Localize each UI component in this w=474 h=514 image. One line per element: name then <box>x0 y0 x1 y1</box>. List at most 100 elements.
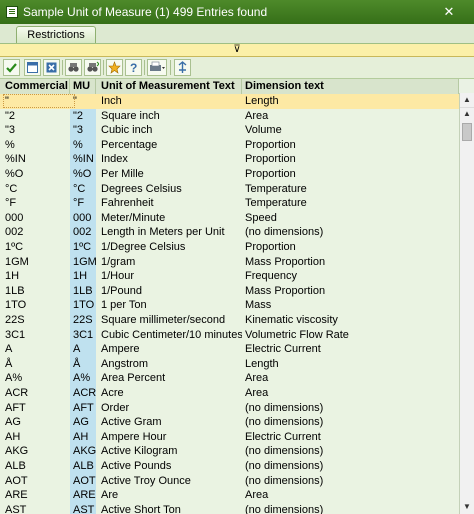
cell-commercial[interactable]: Å <box>0 357 70 372</box>
cell-dimension-text[interactable]: Length <box>242 357 459 372</box>
cell-dimension-text[interactable]: (no dimensions) <box>242 474 459 489</box>
table-row[interactable]: A A Ampere Electric Current <box>0 342 459 357</box>
cell-dimension-text[interactable]: Area <box>242 386 459 401</box>
cell-unit-text[interactable]: 1/Degree Celsius <box>96 240 242 255</box>
cell-dimension-text[interactable]: Mass Proportion <box>242 255 459 270</box>
cell-dimension-text[interactable]: Area <box>242 109 459 124</box>
cell-dimension-text[interactable]: Proportion <box>242 240 459 255</box>
cell-dimension-text[interactable]: (no dimensions) <box>242 225 459 240</box>
cell-commercial[interactable]: 1H <box>0 269 70 284</box>
cell-unit-text[interactable]: Ampere <box>96 342 242 357</box>
print-icon[interactable] <box>147 59 167 76</box>
tab-restrictions[interactable]: Restrictions <box>16 26 96 43</box>
cell-mu[interactable]: " <box>70 94 96 109</box>
cell-dimension-text[interactable]: (no dimensions) <box>242 503 459 514</box>
cell-mu[interactable]: ARE <box>70 488 96 503</box>
cell-commercial[interactable]: A% <box>0 371 70 386</box>
cell-dimension-text[interactable]: Mass Proportion <box>242 284 459 299</box>
cell-mu[interactable]: 3C1 <box>70 327 96 343</box>
table-row[interactable]: ACR ACR Acre Area <box>0 386 459 401</box>
cell-unit-text[interactable]: 1/gram <box>96 255 242 270</box>
cell-mu[interactable]: AFT <box>70 400 96 416</box>
cell-mu[interactable]: %IN <box>70 152 96 167</box>
column-header-dimension-text[interactable]: Dimension text <box>242 79 459 94</box>
cell-mu[interactable]: % <box>70 137 96 153</box>
scroll-top-button[interactable]: ▲ <box>460 93 474 108</box>
cell-unit-text[interactable]: Cubic Centimeter/10 minutes <box>96 328 242 343</box>
cell-commercial[interactable]: %O <box>0 167 70 182</box>
column-header-unit-text[interactable]: Unit of Measurement Text <box>96 79 242 94</box>
cell-mu[interactable]: 1LB <box>70 283 96 299</box>
cell-unit-text[interactable]: 1/Pound <box>96 284 242 299</box>
cell-commercial[interactable]: "2 <box>0 109 70 124</box>
delete-icon[interactable] <box>43 59 60 76</box>
cell-dimension-text[interactable]: Frequency <box>242 269 459 284</box>
cell-dimension-text[interactable]: Area <box>242 371 459 386</box>
cell-dimension-text[interactable]: Volumetric Flow Rate <box>242 328 459 343</box>
table-row[interactable]: AG AG Active Gram (no dimensions) <box>0 415 459 430</box>
cell-commercial[interactable]: ACR <box>0 386 70 401</box>
scroll-down-button[interactable]: ▼ <box>460 500 474 514</box>
cell-mu[interactable]: 1ºC <box>70 240 96 255</box>
cell-commercial[interactable]: ALB <box>0 459 70 474</box>
cell-commercial[interactable]: 22S <box>0 313 70 328</box>
cell-dimension-text[interactable]: Proportion <box>242 152 459 167</box>
cell-commercial[interactable]: 000 <box>0 211 70 226</box>
cell-commercial[interactable]: 1TO <box>0 298 70 313</box>
cell-commercial[interactable]: "3 <box>0 123 70 138</box>
cell-dimension-text[interactable]: Mass <box>242 298 459 313</box>
cell-unit-text[interactable]: Active Kilogram <box>96 444 242 459</box>
table-row[interactable]: 22S 22S Square millimeter/second Kinematic … <box>0 313 459 328</box>
cell-commercial[interactable]: AST <box>0 503 70 514</box>
cell-unit-text[interactable]: Active Gram <box>96 415 242 430</box>
cell-commercial[interactable]: AKG <box>0 444 70 459</box>
cell-dimension-text[interactable]: Temperature <box>242 182 459 197</box>
cell-commercial[interactable]: 1GM <box>0 255 70 270</box>
close-button[interactable]: ✕ <box>442 5 456 19</box>
cell-unit-text[interactable]: Per Mille <box>96 167 242 182</box>
cell-commercial[interactable]: %IN <box>0 152 70 167</box>
scroll-up-button[interactable]: ▲ <box>460 107 474 121</box>
sum-icon[interactable] <box>174 59 191 76</box>
find-next-icon[interactable] <box>84 59 101 76</box>
cell-mu[interactable]: AG <box>70 415 96 430</box>
table-row[interactable]: %O %O Per Mille Proportion <box>0 167 459 182</box>
cell-commercial[interactable]: 1LB <box>0 284 70 299</box>
table-row[interactable]: ALB ALB Active Pounds (no dimensions) <box>0 459 459 474</box>
cell-dimension-text[interactable]: Electric Current <box>242 342 459 357</box>
cell-unit-text[interactable]: Length in Meters per Unit <box>96 225 242 240</box>
table-row[interactable]: 1H 1H 1/Hour Frequency <box>0 269 459 284</box>
table-row[interactable]: "3 "3 Cubic inch Volume <box>0 123 459 138</box>
cell-commercial[interactable]: 1ºC <box>0 240 70 255</box>
table-row[interactable]: " " Inch Length <box>0 94 459 109</box>
cell-unit-text[interactable]: Cubic inch <box>96 123 242 138</box>
favorites-icon[interactable] <box>106 59 123 76</box>
table-row[interactable]: 3C1 3C1 Cubic Centimeter/10 minutes Volumet… <box>0 327 459 343</box>
cell-unit-text[interactable]: Active Pounds <box>96 459 242 474</box>
cell-dimension-text[interactable]: Kinematic viscosity <box>242 313 459 328</box>
cell-unit-text[interactable]: Ampere Hour <box>96 430 242 445</box>
table-row[interactable]: AFT AFT Order (no dimensions) <box>0 400 459 416</box>
cell-mu[interactable]: "3 <box>70 123 96 138</box>
cell-dimension-text[interactable]: (no dimensions) <box>242 444 459 459</box>
cell-unit-text[interactable]: Fahrenheit <box>96 196 242 211</box>
cell-unit-text[interactable]: Are <box>96 488 242 503</box>
cell-unit-text[interactable]: Meter/Minute <box>96 211 242 226</box>
cell-mu[interactable]: 1GM <box>70 254 96 270</box>
table-row[interactable]: AST AST Active Short Ton (no dimensions) <box>0 502 459 514</box>
cell-unit-text[interactable]: Active Troy Ounce <box>96 474 242 489</box>
scroll-thumb[interactable] <box>462 123 472 141</box>
cell-mu[interactable]: Å <box>70 356 96 372</box>
table-row[interactable]: Å Å Angstrom Length <box>0 356 459 372</box>
cell-unit-text[interactable]: Square inch <box>96 109 242 124</box>
cell-mu[interactable]: %O <box>70 167 96 182</box>
table-row[interactable]: %IN %IN Index Proportion <box>0 152 459 167</box>
cell-mu[interactable]: AH <box>70 429 96 445</box>
cell-dimension-text[interactable]: (no dimensions) <box>242 401 459 416</box>
table-row[interactable]: 1ºC 1ºC 1/Degree Celsius Proportion <box>0 240 459 255</box>
cell-dimension-text[interactable]: Volume <box>242 123 459 138</box>
cell-unit-text[interactable]: Square millimeter/second <box>96 313 242 328</box>
cell-dimension-text[interactable]: Electric Current <box>242 430 459 445</box>
cell-dimension-text[interactable]: Area <box>242 488 459 503</box>
cell-mu[interactable]: °F <box>70 196 96 211</box>
